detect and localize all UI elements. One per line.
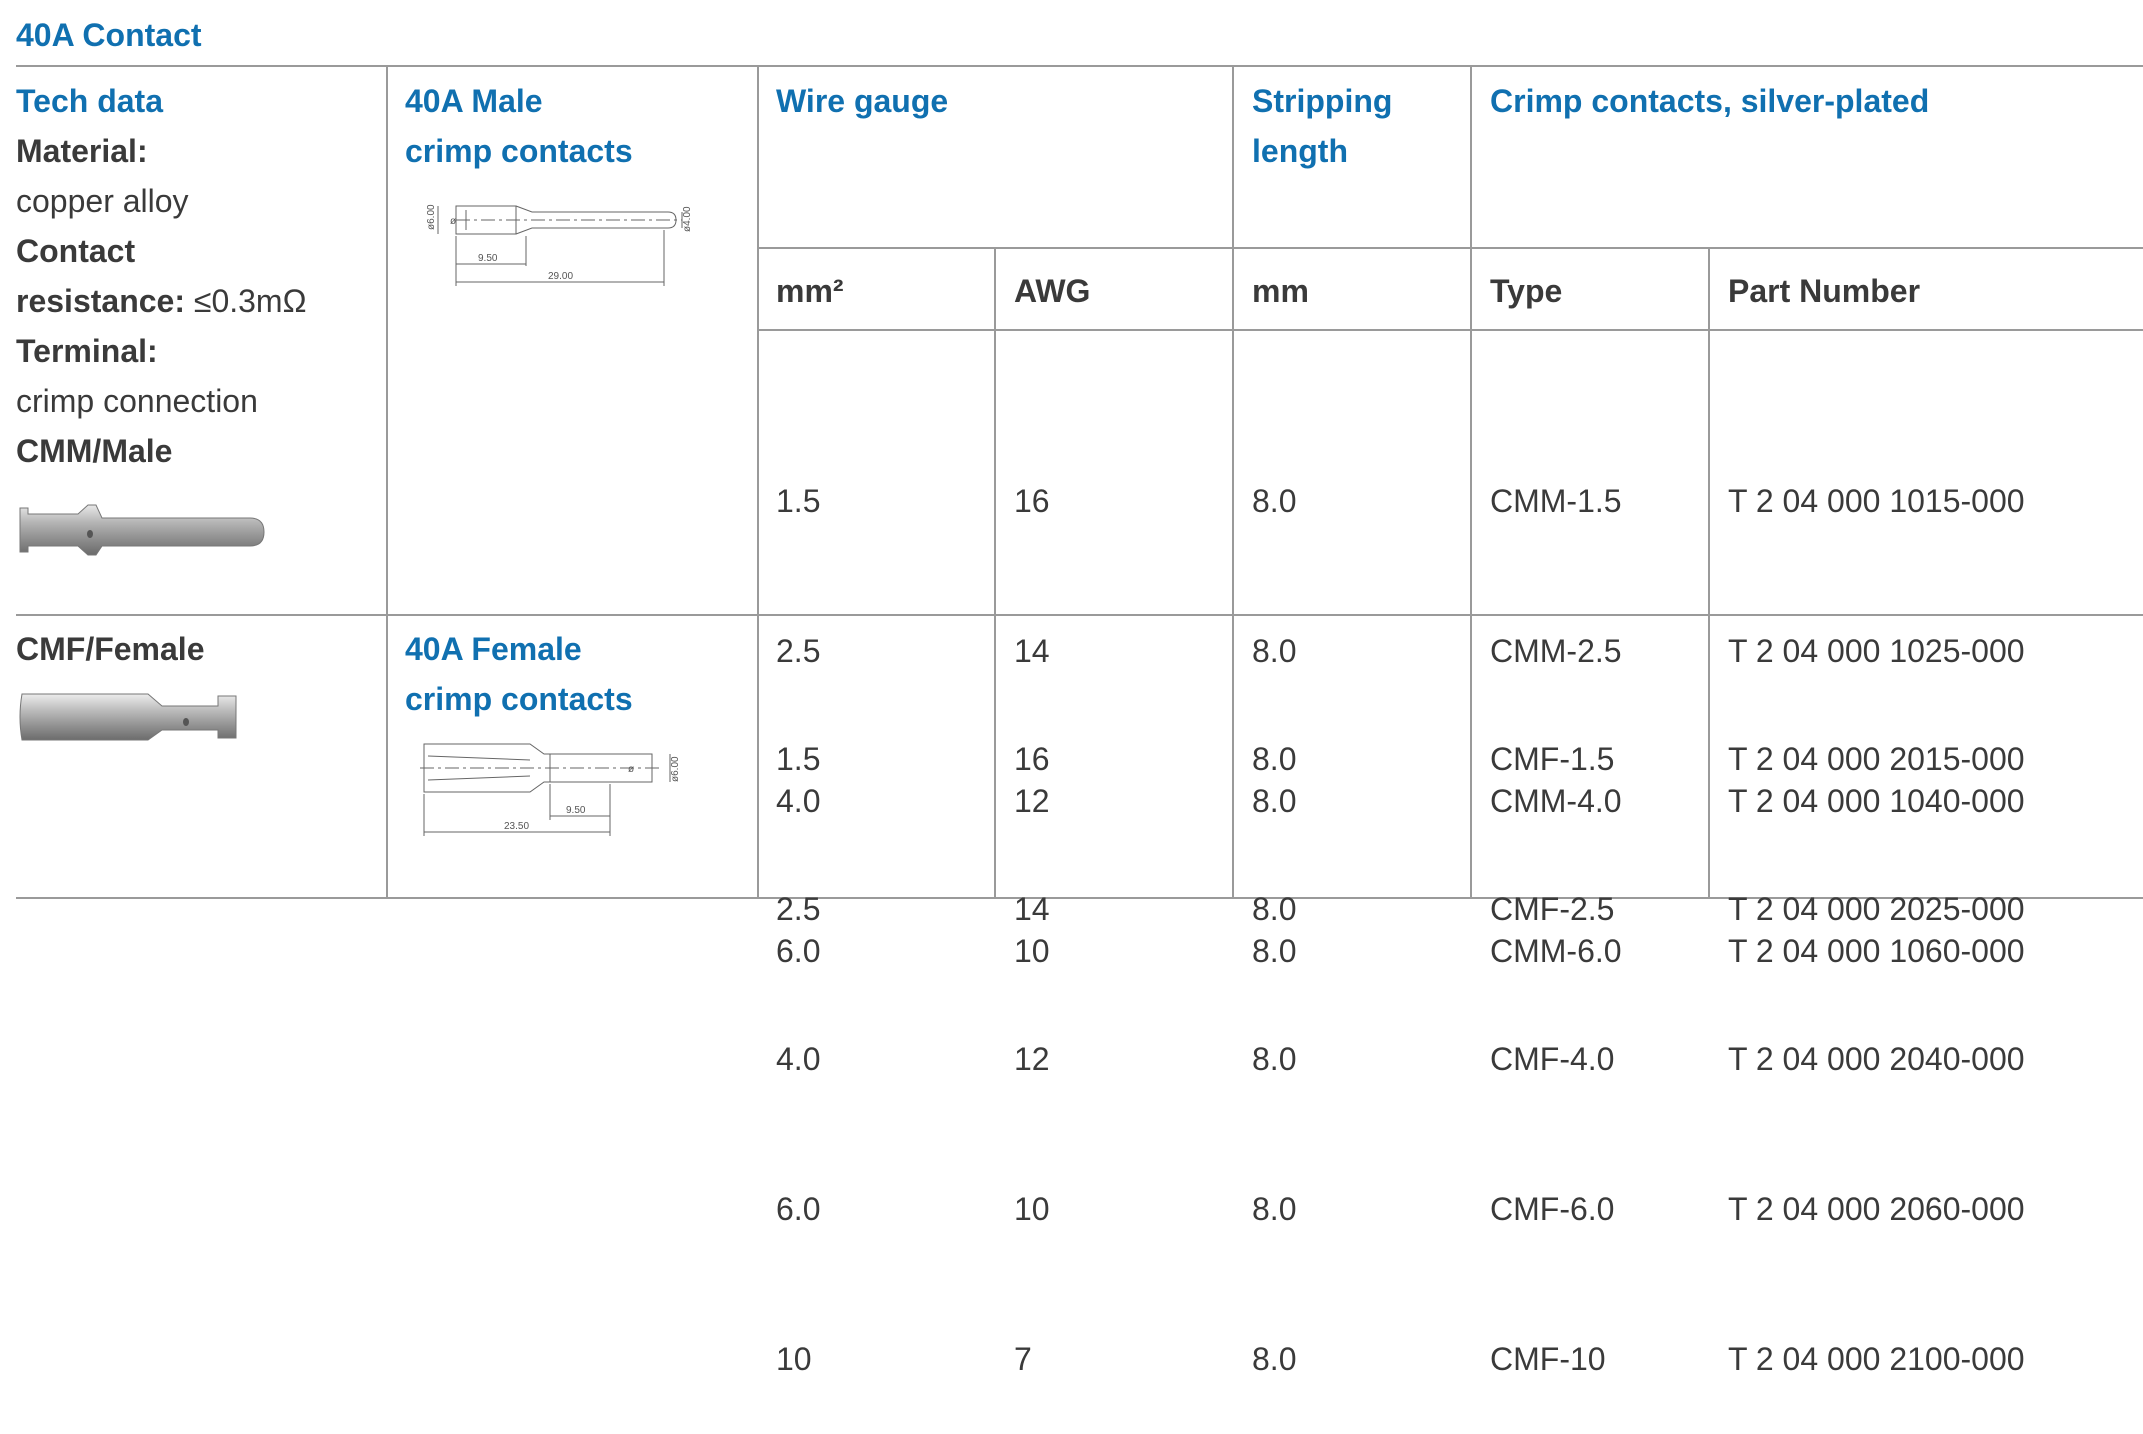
table-cell: 2.5: [776, 891, 821, 927]
material-value: copper alloy: [16, 183, 189, 219]
table-cell: T 2 04 000 2040-000: [1728, 1041, 2025, 1077]
female-dim-phi: ø: [628, 764, 634, 775]
terminal-value: crimp connection: [16, 383, 258, 419]
table-cell: 8.0: [1252, 483, 1297, 519]
table-cell: 4.0: [776, 1041, 821, 1077]
table-cell: 8.0: [1252, 1041, 1297, 1077]
female-col-mm2: 1.5 2.5 4.0 6.0 10: [776, 634, 820, 1434]
col-divider-5: [1470, 65, 1472, 899]
page-title: 40A Contact: [16, 17, 202, 53]
header-wire-gauge: Wire gauge: [776, 83, 949, 119]
table-cell: 8.0: [1252, 891, 1297, 927]
header-stripping-line2: length: [1252, 133, 1348, 169]
table-cell: 8.0: [1252, 741, 1297, 777]
female-col-part: T 2 04 000 2015-000 T 2 04 000 2025-000 …: [1728, 634, 2025, 1434]
header-part-number: Part Number: [1728, 273, 1921, 309]
table-cell: 8.0: [1252, 1191, 1297, 1227]
table-cell: 8.0: [1252, 1341, 1297, 1377]
table-cell: 10: [776, 1341, 812, 1377]
male-dim-phi: ø: [450, 216, 456, 227]
female-dim-23-50: 23.50: [504, 821, 529, 832]
header-stripping-line1: Stripping: [1252, 83, 1393, 119]
table-cell: 1.5: [776, 741, 821, 777]
table-cell: 6.0: [776, 1191, 821, 1227]
female-contact-photo: [19, 693, 237, 741]
female-dim-dia-right: ø6.00: [670, 756, 681, 782]
header-crimp-contacts: Crimp contacts, silver-plated: [1490, 83, 1930, 119]
table-cell: 7: [1014, 1341, 1032, 1377]
table-cell: T 2 04 000 2025-000: [1728, 891, 2025, 927]
table-cell: CMF-6.0: [1490, 1191, 1615, 1227]
male-dim-dia-right: ø4.00: [682, 206, 690, 232]
male-heading-line2: crimp contacts: [405, 133, 633, 169]
col-divider-2: [757, 65, 759, 899]
table-cell: 10: [1014, 1191, 1050, 1227]
terminal-label: Terminal:: [16, 333, 158, 369]
male-technical-drawing: ø6.00 ø ø4.00 9.50 29.00: [426, 204, 690, 286]
tech-heading: Tech data: [16, 83, 163, 119]
female-dim-9-50: 9.50: [566, 805, 586, 816]
table-cell: CMF-1.5: [1490, 741, 1615, 777]
table-cell: CMF-4.0: [1490, 1041, 1615, 1077]
material-label: Material:: [16, 133, 148, 169]
divider-header-bottom: [757, 329, 2143, 331]
male-dim-9-50: 9.50: [478, 253, 498, 264]
male-dim-dia-left: ø6.00: [426, 204, 437, 230]
female-col-awg: 16 14 12 10 7: [1014, 634, 1050, 1434]
divider-top: [16, 65, 2143, 67]
table-cell: T 2 04 000 2015-000: [1728, 741, 2025, 777]
table-cell: 1.5: [776, 483, 821, 519]
table-cell: CMM-1.5: [1490, 483, 1622, 519]
col-divider-1: [386, 65, 388, 899]
resistance-value: ≤0.3mΩ: [193, 283, 307, 319]
female-heading-line1: 40A Female: [405, 631, 582, 667]
header-mm2: mm²: [776, 273, 844, 309]
female-col-mm: 8.0 8.0 8.0 8.0 8.0: [1252, 634, 1296, 1434]
header-type: Type: [1490, 273, 1563, 309]
table-cell: 16: [1014, 483, 1050, 519]
table-cell: 14: [1014, 891, 1050, 927]
col-divider-3: [994, 247, 996, 899]
divider-header-mid: [757, 247, 2143, 249]
table-cell: 16: [1014, 741, 1050, 777]
table-cell: CMF-10: [1490, 1341, 1606, 1377]
header-awg: AWG: [1014, 273, 1091, 309]
contact-label: Contact: [16, 233, 136, 269]
table-cell: 12: [1014, 1041, 1050, 1077]
female-heading-line2: crimp contacts: [405, 681, 633, 717]
female-technical-drawing: ø ø6.00 9.50 23.50: [420, 743, 681, 836]
table-cell: T 2 04 000 1015-000: [1728, 483, 2025, 519]
male-label: CMM/Male: [16, 433, 173, 469]
female-col-type: CMF-1.5 CMF-2.5 CMF-4.0 CMF-6.0 CMF-10: [1490, 634, 1614, 1434]
header-mm: mm: [1252, 273, 1309, 309]
male-dim-29-00: 29.00: [548, 271, 573, 282]
table-cell: CMF-2.5: [1490, 891, 1615, 927]
female-label: CMF/Female: [16, 631, 205, 667]
col-divider-6: [1708, 247, 1710, 899]
resistance-label: resistance:: [16, 283, 185, 319]
table-cell: T 2 04 000 2100-000: [1728, 1341, 2025, 1377]
male-contact-photo: [19, 504, 265, 556]
male-heading-line1: 40A Male: [405, 83, 543, 119]
table-cell: T 2 04 000 2060-000: [1728, 1191, 2025, 1227]
resistance-row: resistance: ≤0.3mΩ: [16, 276, 307, 326]
col-divider-4: [1232, 65, 1234, 899]
